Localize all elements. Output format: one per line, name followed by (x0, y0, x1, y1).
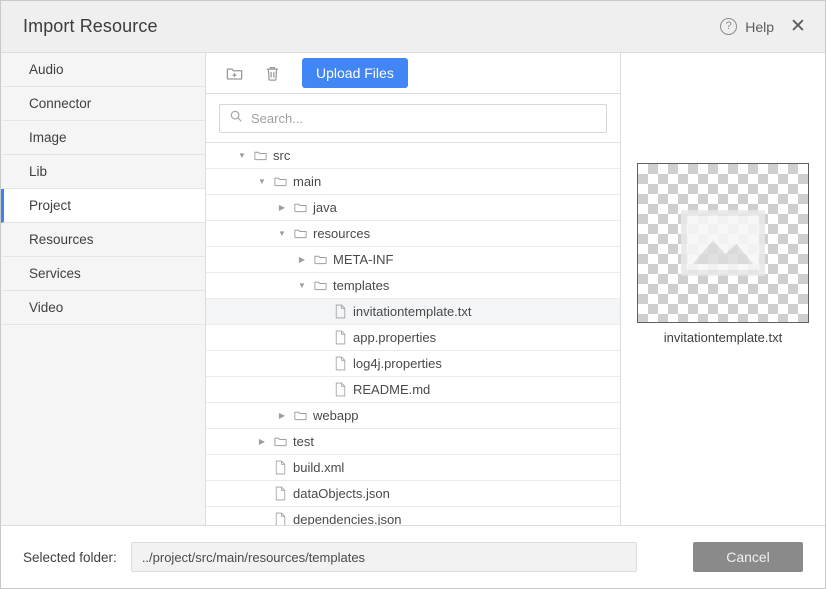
file-icon (330, 330, 350, 345)
sidebar-item-label: Services (29, 266, 81, 281)
titlebar-actions: ? Help ✕ (720, 16, 809, 38)
folder-icon (270, 174, 290, 189)
dialog-titlebar: Import Resource ? Help ✕ (1, 1, 825, 53)
tree-row-label: resources (313, 226, 370, 241)
tree-row[interactable]: ▶dependencies.json (206, 507, 620, 525)
file-icon (270, 512, 290, 525)
search-area (206, 94, 620, 143)
tree-row-label: src (273, 148, 290, 163)
file-icon (270, 486, 290, 501)
search-input[interactable] (251, 111, 597, 126)
tree-row-label: test (293, 434, 314, 449)
tree-row[interactable]: ▶app.properties (206, 325, 620, 351)
tree-row-label: invitationtemplate.txt (353, 304, 472, 319)
tree-row[interactable]: ▼ src (206, 143, 620, 169)
image-placeholder-icon (681, 210, 765, 276)
sidebar-item-image[interactable]: Image (1, 121, 205, 155)
tree-row[interactable]: ▼ templates (206, 273, 620, 299)
tree-row[interactable]: ▶ webapp (206, 403, 620, 429)
sidebar-item-resources[interactable]: Resources (1, 223, 205, 257)
upload-files-button[interactable]: Upload Files (302, 58, 408, 88)
tree-row[interactable]: ▶invitationtemplate.txt (206, 299, 620, 325)
tree-row-label: java (313, 200, 337, 215)
tree-row-label: log4j.properties (353, 356, 442, 371)
chevron-down-icon[interactable]: ▼ (294, 281, 310, 290)
chevron-right-icon[interactable]: ▶ (274, 411, 290, 420)
folder-icon (290, 200, 310, 215)
sidebar-item-label: Audio (29, 62, 64, 77)
sidebar-item-label: Connector (29, 96, 91, 111)
chevron-right-icon[interactable]: ▶ (294, 255, 310, 264)
new-folder-icon[interactable] (220, 59, 248, 87)
page-title: Import Resource (23, 16, 720, 37)
file-icon (330, 304, 350, 319)
chevron-down-icon[interactable]: ▼ (234, 151, 250, 160)
chevron-right-icon[interactable]: ▶ (254, 437, 270, 446)
sidebar-item-audio[interactable]: Audio (1, 53, 205, 87)
file-tree[interactable]: ▼ src ▼ main ▶ java ▼ resources ▶ META-INF ▼ templa… (206, 143, 620, 525)
tree-row-label: dataObjects.json (293, 486, 390, 501)
folder-icon (310, 252, 330, 267)
dialog-body: Audio Connector Image Lib Project Resources Se… (1, 53, 825, 526)
tree-row-label: templates (333, 278, 389, 293)
sidebar-item-lib[interactable]: Lib (1, 155, 205, 189)
trash-icon[interactable] (258, 59, 286, 87)
sidebar-item-label: Resources (29, 232, 94, 247)
folder-icon (270, 434, 290, 449)
cancel-button[interactable]: Cancel (693, 542, 803, 572)
file-toolbar: Upload Files (206, 53, 620, 94)
tree-row-label: README.md (353, 382, 430, 397)
sidebar-item-label: Video (29, 300, 63, 315)
file-browser-panel: Upload Files ▼ src ▼ main ▶ java ▼ resources ▶ ME… (206, 53, 621, 525)
sidebar-item-label: Project (29, 198, 71, 213)
chevron-down-icon[interactable]: ▼ (254, 177, 270, 186)
tree-row-label: app.properties (353, 330, 436, 345)
tree-row[interactable]: ▼ resources (206, 221, 620, 247)
tree-row[interactable]: ▶dataObjects.json (206, 481, 620, 507)
import-resource-dialog: Import Resource ? Help ✕ Audio Connector I… (0, 0, 826, 589)
close-icon[interactable]: ✕ (787, 16, 809, 38)
tree-row[interactable]: ▶build.xml (206, 455, 620, 481)
tree-row-label: main (293, 174, 321, 189)
tree-row-label: build.xml (293, 460, 344, 475)
file-icon (330, 356, 350, 371)
dialog-footer: Selected folder: ../project/src/main/res… (1, 526, 825, 588)
sidebar-item-label: Lib (29, 164, 47, 179)
tree-row[interactable]: ▶log4j.properties (206, 351, 620, 377)
file-icon (330, 382, 350, 397)
sidebar-item-services[interactable]: Services (1, 257, 205, 291)
tree-row-label: webapp (313, 408, 359, 423)
preview-thumbnail (637, 163, 809, 323)
tree-row[interactable]: ▶README.md (206, 377, 620, 403)
sidebar-item-label: Image (29, 130, 67, 145)
tree-row[interactable]: ▶ test (206, 429, 620, 455)
question-circle-icon: ? (720, 18, 737, 35)
tree-row[interactable]: ▶ java (206, 195, 620, 221)
selected-folder-label: Selected folder: (23, 550, 117, 565)
folder-icon (290, 408, 310, 423)
help-button[interactable]: ? Help (720, 18, 774, 35)
search-icon (229, 109, 243, 128)
sidebar-item-video[interactable]: Video (1, 291, 205, 325)
folder-icon (310, 278, 330, 293)
tree-row-label: dependencies.json (293, 512, 401, 525)
sidebar: Audio Connector Image Lib Project Resources Se… (1, 53, 206, 525)
sidebar-item-project[interactable]: Project (1, 189, 205, 223)
chevron-down-icon[interactable]: ▼ (274, 229, 290, 238)
tree-row[interactable]: ▼ main (206, 169, 620, 195)
preview-panel: invitationtemplate.txt (621, 53, 825, 525)
sidebar-item-connector[interactable]: Connector (1, 87, 205, 121)
help-label: Help (745, 19, 774, 35)
file-icon (270, 460, 290, 475)
preview-caption: invitationtemplate.txt (664, 330, 783, 345)
tree-row-label: META-INF (333, 252, 393, 267)
folder-icon (250, 148, 270, 163)
selected-folder-input[interactable]: ../project/src/main/resources/templates (131, 542, 637, 572)
search-box[interactable] (219, 104, 607, 133)
chevron-right-icon[interactable]: ▶ (274, 203, 290, 212)
folder-icon (290, 226, 310, 241)
tree-row[interactable]: ▶ META-INF (206, 247, 620, 273)
